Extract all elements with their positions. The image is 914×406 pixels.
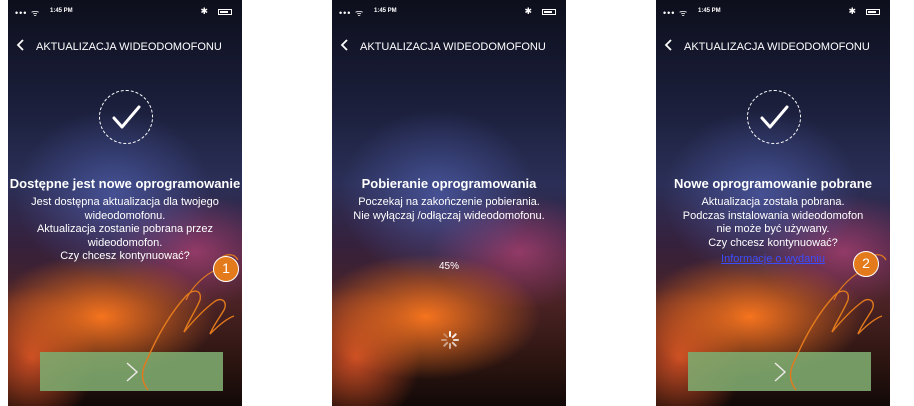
chevron-right-icon: [126, 362, 139, 382]
step-marker: 2: [853, 251, 879, 277]
heading: Dostępne jest nowe oprogramowanie: [9, 176, 241, 191]
check-circle-icon: [99, 90, 153, 144]
body-text: Jest dostępna aktualizacja dla twojego w…: [8, 196, 242, 264]
title-bar: AKTUALIZACJA WIDEODOMOFONU: [8, 30, 242, 60]
loading-spinner-icon: [441, 331, 459, 349]
check-circle-icon: [747, 90, 801, 144]
page-title: AKTUALIZACJA WIDEODOMOFONU: [360, 41, 546, 53]
signal-wifi-icon: ••• ᯤ: [339, 8, 365, 18]
body-line: Nie wyłączaj /odłączaj wideodomofonu.: [353, 209, 545, 222]
body-text: Poczekaj na zakończenie pobierania. Nie …: [332, 196, 566, 223]
battery-icon: [542, 9, 556, 15]
status-bar: ••• ᯤ 1:45 PM ✱: [332, 0, 566, 24]
title-bar: AKTUALIZACJA WIDEODOMOFONU: [656, 30, 890, 60]
status-time: 1:45 PM: [698, 8, 721, 14]
body-line: Czy chcesz kontynuować?: [60, 250, 190, 262]
body-line: Czy chcesz kontynuować?: [708, 236, 838, 249]
bluetooth-icon: ✱: [848, 6, 856, 16]
battery-icon: [218, 9, 232, 15]
phone-screen-downloading: ••• ᯤ 1:45 PM ✱ AKTUALIZACJA WIDEODOMOFO…: [332, 0, 566, 406]
chevron-right-icon: [774, 362, 787, 382]
step-marker: 1: [213, 256, 239, 282]
back-arrow-icon[interactable]: [338, 38, 352, 52]
heading: Nowe oprogramowanie pobrane: [674, 176, 872, 191]
page-title: AKTUALIZACJA WIDEODOMOFONU: [36, 41, 222, 53]
body-line: wideodomofonu.: [84, 209, 166, 222]
signal-wifi-icon: ••• ᯤ: [15, 8, 41, 18]
signal-wifi-icon: ••• ᯤ: [663, 8, 689, 18]
body-line: Jest dostępna aktualizacja dla twojego: [31, 196, 219, 208]
body-line: Aktualizacja zostanie pobrana przez: [36, 223, 214, 235]
back-arrow-icon[interactable]: [662, 38, 676, 52]
continue-button[interactable]: [688, 352, 871, 391]
battery-icon: [866, 9, 880, 15]
continue-button[interactable]: [40, 352, 223, 391]
bluetooth-icon: ✱: [200, 6, 208, 16]
body-line: Aktualizacja została pobrana.: [701, 196, 845, 208]
body-line: wideodomofon.: [87, 236, 163, 249]
phone-screen-update-available: ••• ᯤ 1:45 PM ✱ AKTUALIZACJA WIDEODOMOFO…: [8, 0, 242, 406]
phone-screen-update-downloaded: ••• ᯤ 1:45 PM ✱ AKTUALIZACJA WIDEODOMOFO…: [656, 0, 890, 406]
body-line: nie może być używany.: [716, 223, 830, 235]
back-arrow-icon[interactable]: [14, 38, 28, 52]
body-text: Aktualizacja została pobrana. Podczas in…: [656, 196, 890, 250]
status-bar: ••• ᯤ 1:45 PM ✱: [656, 0, 890, 24]
page-title: AKTUALIZACJA WIDEODOMOFONU: [684, 41, 870, 53]
bluetooth-icon: ✱: [524, 6, 532, 16]
title-bar: AKTUALIZACJA WIDEODOMOFONU: [332, 30, 566, 60]
body-line: Podczas instalowania wideodomofon: [682, 209, 864, 222]
status-time: 1:45 PM: [50, 8, 73, 14]
status-time: 1:45 PM: [374, 8, 397, 14]
body-line: Poczekaj na zakończenie pobierania.: [358, 196, 540, 208]
heading: Pobieranie oprogramowania: [361, 176, 537, 191]
progress-percent: 45%: [438, 261, 459, 272]
status-bar: ••• ᯤ 1:45 PM ✱: [8, 0, 242, 24]
